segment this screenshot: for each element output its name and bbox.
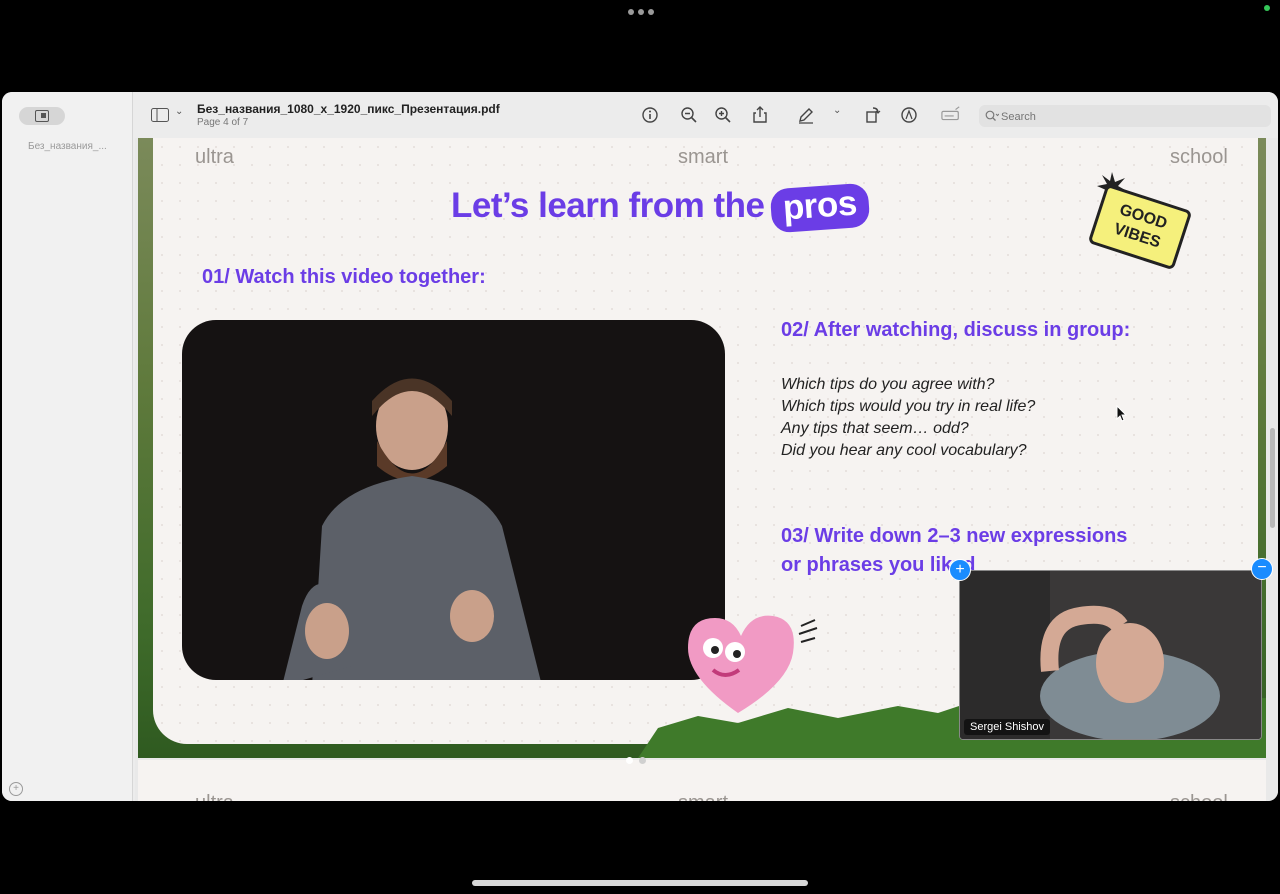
pip-minimize-button[interactable]: − [1251,558,1273,580]
share-icon[interactable] [750,105,770,125]
question-item: Which tips do you agree with? [781,376,995,393]
next-brand-left: ultra [195,792,234,801]
info-icon[interactable] [640,105,660,125]
next-brand-right: school [1170,792,1228,801]
brand-center: smart [678,146,728,168]
chevron-down-icon[interactable]: ⌄ [175,106,183,117]
search-field[interactable] [979,105,1271,127]
multitasking-dots[interactable] [628,9,654,15]
pdf-page-5-preview: ultra smart school [138,760,1266,801]
question-item: Did you hear any cool vocabulary? [781,442,1027,459]
markup-circle-icon[interactable] [899,105,919,125]
scrollbar-thumb[interactable] [1270,428,1275,528]
headline-highlight: pros [769,182,870,234]
form-fill-icon[interactable] [941,105,961,125]
zoom-in-icon[interactable] [713,105,733,125]
search-input[interactable] [999,107,1263,127]
markup-pen-icon[interactable] [796,105,816,125]
sidebar-icon[interactable] [151,108,169,122]
slide-headline: Let’s learn from the pros [451,182,870,234]
toolbar: ⌄ Без_названия_1080_x_1920_пикс_Презента… [133,92,1278,138]
page-dot[interactable] [639,757,646,764]
participant-name: Sergei Shishov [964,719,1050,735]
camera-indicator [1264,5,1270,11]
page-dots [626,757,646,764]
rotate-icon[interactable] [863,105,883,125]
pip-expand-button[interactable]: + [949,559,971,581]
speaker-figure [242,346,662,680]
discussion-questions: Which tips do you agree with? Which tips… [781,374,1035,462]
search-icon [985,110,999,121]
section-2-heading: 02/ After watching, discuss in group: [781,319,1131,341]
sidebar-view-toggle[interactable] [19,107,65,125]
headline-text: Let’s learn from the [451,186,765,225]
page-dot[interactable] [626,757,633,764]
add-icon[interactable]: + [9,782,23,796]
question-item: Which tips would you try in real life? [781,398,1036,415]
brand-left: ultra [195,146,234,168]
thumbnail-view-icon [35,110,49,122]
video-frame[interactable] [182,320,725,680]
document-title: Без_названия_1080_x_1920_пикс_Презентаци… [197,102,500,116]
brand-right: school [1170,146,1228,168]
next-brand-center: smart [678,792,728,801]
zoom-out-icon[interactable] [679,105,699,125]
participant-video [960,571,1261,739]
question-item: Any tips that seem… odd? [781,420,969,437]
home-indicator[interactable] [472,880,808,886]
mouse-cursor-icon [1116,405,1128,422]
section-1-heading: 01/ Watch this video together: [202,266,486,288]
chevron-down-icon[interactable]: ⌄ [833,105,841,116]
good-vibes-sticker: GOOD VIBES [1087,183,1193,271]
sidebar-file-label[interactable]: Без_названия_... [28,141,118,152]
thumbnail-sidebar: Без_названия_... + [2,92,133,801]
page-indicator: Page 4 of 7 [197,117,249,128]
section-3-line1: 03/ Write down 2–3 new expressions [781,525,1128,547]
video-call-pip[interactable]: Sergei Shishov [959,570,1262,740]
